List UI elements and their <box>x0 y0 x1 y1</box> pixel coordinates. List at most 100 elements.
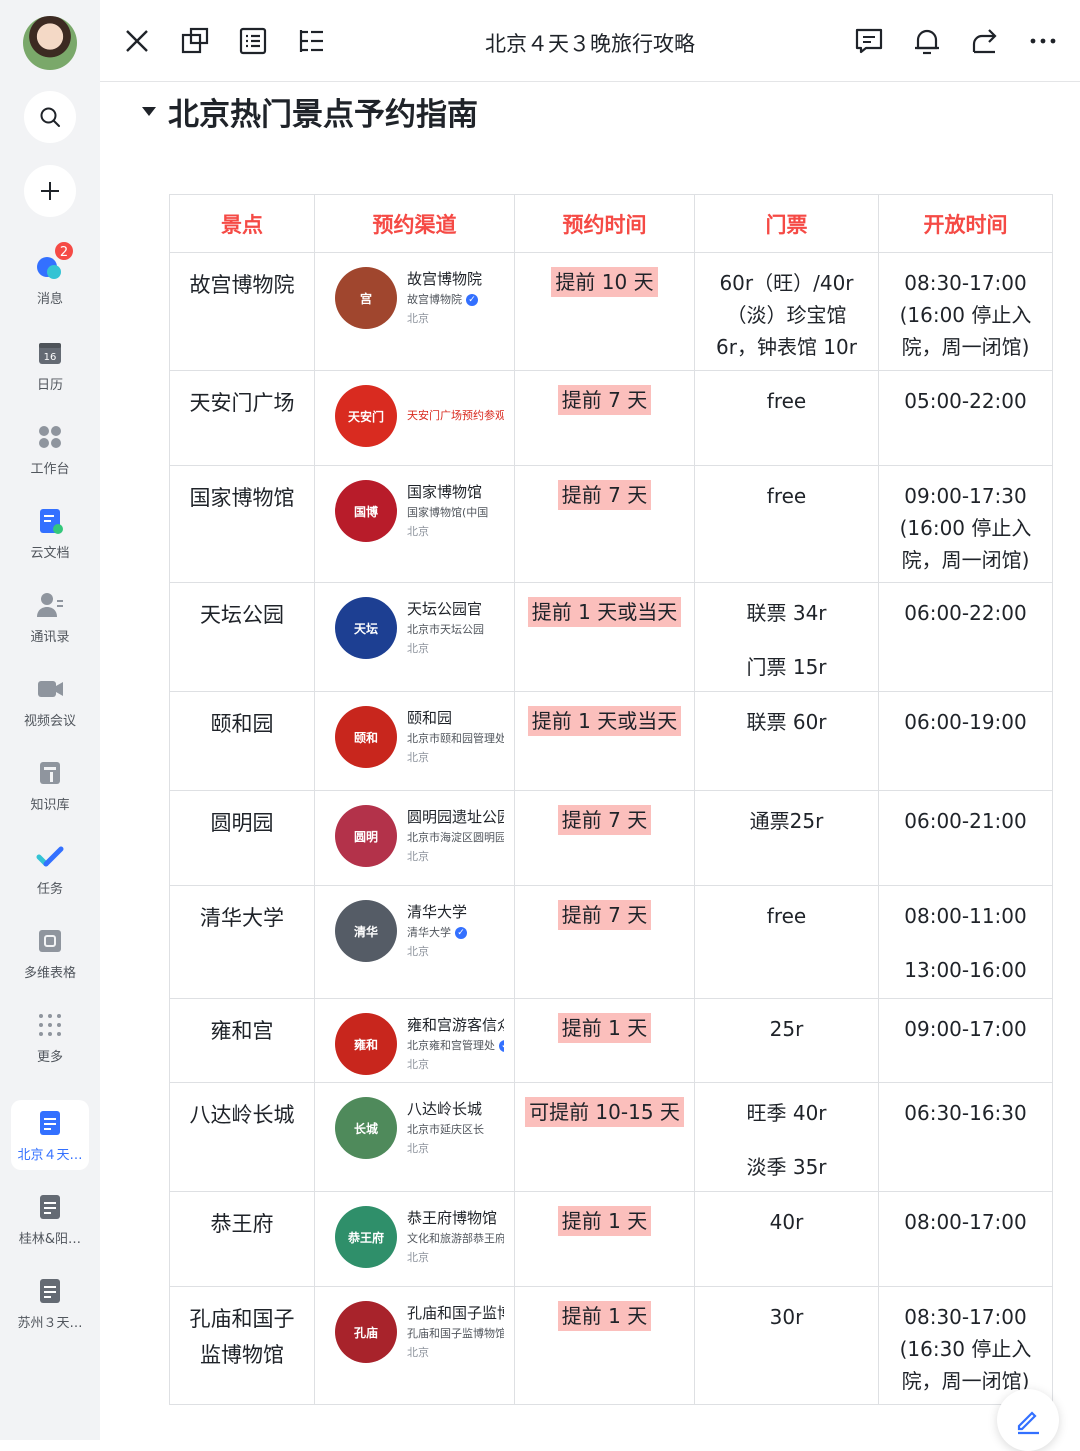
logo-text: 雍和 <box>353 1037 378 1052</box>
add-button[interactable] <box>24 165 76 217</box>
tree-outline-icon[interactable] <box>296 26 326 56</box>
more-icon[interactable] <box>1028 26 1058 56</box>
new-window-icon[interactable] <box>180 26 210 56</box>
booking-time-cell: 提前 1 天或当天 <box>514 691 695 791</box>
attraction-cell: 颐和园 <box>169 691 315 791</box>
channel-logo: 宫 <box>335 267 397 329</box>
channel-card[interactable]: 国博 国家博物馆 国家博物馆(中国 北京 <box>335 480 504 542</box>
booking-time: 提前 7 天 <box>557 900 652 930</box>
channel-name: 国家博物馆 <box>407 483 483 501</box>
channel-subtitle: 清华大学 ✓ <box>407 923 467 943</box>
channel-card[interactable]: 宫故宫博物院 故宫博物院 ✓ 北京 <box>335 267 504 329</box>
opening-hours-cell: 06:00-22:00 <box>878 582 1053 692</box>
attraction-cell: 天安门广场 <box>169 370 315 466</box>
ticket-cell: 联票 60r <box>694 691 879 791</box>
channel-name: 圆明园遗址公园 <box>407 808 504 826</box>
plus-icon <box>41 182 59 200</box>
ticket-cell: free <box>694 465 879 583</box>
video-camera-icon <box>38 681 63 697</box>
channel-card[interactable]: 圆明 圆明园遗址公园北京市海淀区圆明园管北京 <box>335 805 504 867</box>
channel-card[interactable]: 颐和 颐和园 北京市颐和园管理处 北京 <box>335 706 504 768</box>
cell-line: (16:00 停止入 <box>899 516 1032 540</box>
sidebar-item-workplace[interactable]: 工作台 <box>0 422 100 496</box>
cell-line: 联票 34r <box>746 601 827 625</box>
avatar[interactable] <box>23 16 77 70</box>
sidebar-item-label: 任务 <box>36 882 63 897</box>
sidebar-item-bitable[interactable]: 多维表格 <box>0 926 100 1000</box>
knowledge-base-icon <box>40 762 60 784</box>
channel-subtitle: 北京市天坛公园 <box>407 620 484 640</box>
cell-line: 05:00-22:00 <box>904 389 1027 413</box>
channel-location: 北京 <box>407 945 429 958</box>
close-icon[interactable] <box>122 26 152 56</box>
edit-button[interactable] <box>997 1389 1059 1451</box>
cell-line: 06:00-22:00 <box>904 601 1027 625</box>
channel-cell: 宫故宫博物院 故宫博物院 ✓ 北京 <box>314 252 515 371</box>
attraction-name: 天安门广场 <box>189 391 295 415</box>
channel-logo: 天坛 <box>335 597 397 659</box>
sidebar-doc-beijing[interactable]: 北京４天… <box>11 1100 89 1170</box>
channel-info: 圆明园遗址公园北京市海淀区圆明园管北京 <box>407 806 504 866</box>
channel-card[interactable]: 清华 清华大学 清华大学 ✓ 北京 <box>335 900 504 962</box>
cell-line: free <box>766 389 807 413</box>
channel-location: 北京 <box>407 1251 429 1264</box>
sidebar-doc-guilin[interactable]: 桂林&阳… <box>0 1192 100 1266</box>
attraction-name: 故宫博物院 <box>189 273 295 297</box>
channel-card[interactable]: 长城 八达岭长城 北京市延庆区长 北京 <box>335 1097 504 1159</box>
sidebar-item-label: 视频会议 <box>23 714 76 729</box>
attraction-cell: 恭王府 <box>169 1191 315 1287</box>
channel-card[interactable]: 孔庙 孔庙和国子监博物馆孔庙和国子监博物馆✓ 北京 <box>335 1301 504 1363</box>
cell-line: 08:00-11:00 <box>904 904 1027 928</box>
share-icon[interactable] <box>970 26 1000 56</box>
section-heading[interactable]: 北京热门景点予约指南 <box>142 90 478 133</box>
sidebar-item-tasks[interactable]: 任务 <box>0 842 100 916</box>
channel-cell: 颐和 颐和园 北京市颐和园管理处 北京 <box>314 691 515 791</box>
channel-card[interactable]: 天安门 天安门广场预约参观 <box>335 385 504 447</box>
opening-hours-cell: 09:00-17:00 <box>878 998 1053 1083</box>
cell-line: 旺季 40r <box>746 1101 827 1125</box>
channel-card[interactable]: 天坛 天坛公园官 北京市天坛公园 北京 <box>335 597 504 659</box>
sidebar-doc-suzhou[interactable]: 苏州３天… <box>0 1276 100 1350</box>
sidebar-item-messages[interactable]: 2 消息 <box>0 240 100 326</box>
search-button[interactable] <box>24 91 76 143</box>
logo-text: 清华 <box>353 924 378 939</box>
attraction-cell: 故宫博物院 <box>169 252 315 371</box>
booking-time: 提前 1 天 <box>557 1301 652 1331</box>
sidebar-item-docs[interactable]: 云文档 <box>0 506 100 580</box>
channel-name: 故宫博物院 <box>407 270 483 288</box>
table-header-row: 景点 预约渠道 预约时间 门票 开放时间 <box>169 194 1053 253</box>
collapse-triangle-icon[interactable] <box>142 106 156 116</box>
cell-line: （淡）珍宝馆 <box>726 303 847 327</box>
channel-logo: 恭王府 <box>335 1206 397 1268</box>
outline-list-icon[interactable] <box>238 26 268 56</box>
channel-info: 国家博物馆 国家博物馆(中国 北京 <box>407 481 488 541</box>
sidebar-item-wiki[interactable]: 知识库 <box>0 758 100 832</box>
sidebar-item-contacts[interactable]: 通讯录 <box>0 590 100 664</box>
channel-name: 孔庙和国子监博物馆 <box>407 1304 504 1322</box>
document-icon <box>40 1111 60 1135</box>
table-row: 国家博物馆 国博 国家博物馆 国家博物馆(中国 北京 提前 7 天 free 09:00-17… <box>169 465 1053 583</box>
ticket-cell: 旺季 40r 淡季 35r <box>694 1082 879 1192</box>
sidebar-item-label: 多维表格 <box>23 966 76 981</box>
booking-time: 提前 1 天或当天 <box>527 706 682 736</box>
channel-logo: 清华 <box>335 900 397 962</box>
ticket-cell: 30r <box>694 1286 879 1405</box>
section-heading-text: 北京热门景点予约指南 <box>168 96 478 133</box>
sidebar-item-video-meeting[interactable]: 视频会议 <box>0 674 100 748</box>
attraction-cell: 国家博物馆 <box>169 465 315 583</box>
bell-icon[interactable] <box>912 26 942 56</box>
sidebar-item-calendar[interactable]: 16 日历 <box>0 338 100 412</box>
opening-hours-cell: 06:00-19:00 <box>878 691 1053 791</box>
ticket-cell: free <box>694 885 879 999</box>
channel-card[interactable]: 恭王府 恭王府博物馆 文化和旅游部恭王府 北京 <box>335 1206 504 1268</box>
sidebar-item-label: 桂林&阳… <box>18 1232 82 1247</box>
logo-text: 孔庙 <box>353 1325 378 1340</box>
verified-check-icon: ✓ <box>466 294 478 306</box>
opening-hours-cell: 08:30-17:00 (16:30 停止入 院，周一闭馆) <box>878 1286 1053 1405</box>
channel-card[interactable]: 雍和 雍和宫游客信众服务北京雍和宫管理处 ✓ 北京 <box>335 1013 504 1075</box>
comment-icon[interactable] <box>854 26 884 56</box>
sidebar-item-more[interactable]: 更多 <box>0 1010 100 1084</box>
sidebar-item-label: 通讯录 <box>30 630 70 645</box>
